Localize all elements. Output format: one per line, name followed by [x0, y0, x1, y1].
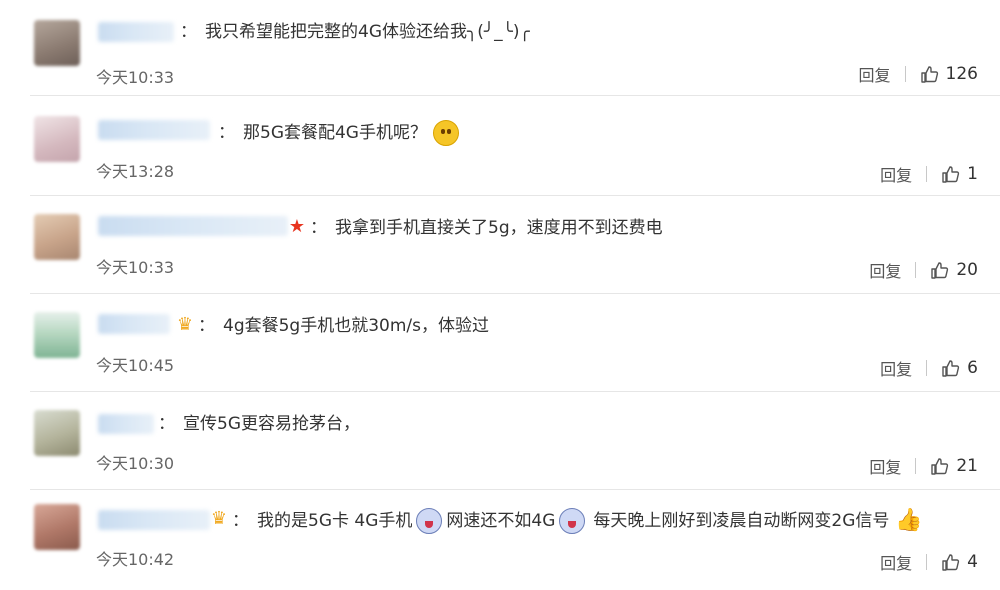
shocked-emoji-icon: [559, 508, 586, 534]
like-count: 6: [967, 358, 978, 378]
comment-item: ： 我只希望能把完整的4G体验还给我╮(╯_╰)╭ 今天10:33 回复 126: [0, 0, 1000, 96]
reply-button[interactable]: 回复: [880, 550, 912, 574]
divider: [915, 458, 917, 474]
comment-text-line: ： 那5G套餐配4G手机呢？: [218, 120, 461, 146]
avatar[interactable]: [34, 214, 80, 260]
crown-badge-icon: ♛: [210, 508, 228, 529]
like-button[interactable]: 1: [941, 164, 978, 184]
like-button[interactable]: 126: [920, 64, 978, 84]
comment-item: ： 宣传5G更容易抢茅台， 今天10:30 回复 21: [0, 394, 1000, 490]
comment-item: ： 那5G套餐配4G手机呢？ 今天13:28 回复 1: [0, 100, 1000, 196]
comment-actions: 回复 21: [869, 454, 978, 478]
comment-time: 今天10:33: [96, 258, 175, 277]
comment-actions: 回复 20: [869, 258, 978, 282]
username-blurred[interactable]: [98, 120, 210, 140]
username-blurred[interactable]: [98, 414, 154, 434]
reply-button[interactable]: 回复: [880, 356, 912, 380]
thumbs-up-icon: [942, 360, 960, 377]
colon: ：: [198, 316, 215, 336]
divider: [926, 166, 928, 182]
comment-time: 今天13:28: [96, 162, 175, 181]
comment-text: 4g套餐5g手机也就30m/s，体验过: [223, 316, 489, 336]
username-blurred[interactable]: [98, 314, 170, 334]
like-count: 126: [945, 64, 978, 84]
comment-text: 我只希望能把完整的4G体验还给我╮(╯_╰)╭: [205, 22, 530, 42]
row-divider: [30, 95, 1000, 96]
like-count: 21: [956, 456, 978, 476]
comment-actions: 回复 1: [880, 162, 978, 186]
thumbs-up-icon: [942, 554, 960, 571]
thumbs-up-emoji-icon: 👍: [895, 508, 923, 533]
thumbs-up-icon: [931, 262, 949, 279]
comment-text-line: ： 4g套餐5g手机也就30m/s，体验过: [198, 314, 489, 338]
comment-item: ♛ ： 4g套餐5g手机也就30m/s，体验过 今天10:45 回复 6: [0, 296, 1000, 392]
thumbs-up-icon: [920, 66, 938, 83]
comment-item: ★ ： 我拿到手机直接关了5g，速度用不到还费电 今天10:33 回复 20: [0, 198, 1000, 294]
username-blurred[interactable]: [98, 510, 210, 530]
comment-actions: 回复 6: [880, 356, 978, 380]
comment-text: 宣传5G更容易抢茅台，: [183, 414, 360, 434]
avatar[interactable]: [34, 20, 80, 66]
comment-text-line: ： 我拿到手机直接关了5g，速度用不到还费电: [310, 216, 663, 240]
divider: [926, 554, 928, 570]
avatar[interactable]: [34, 504, 80, 550]
comment-time: 今天10:45: [96, 356, 175, 375]
reply-button[interactable]: 回复: [880, 162, 912, 186]
like-button[interactable]: 6: [941, 358, 978, 378]
comment-actions: 回复 126: [859, 62, 978, 86]
comment-text-line: ： 我的是5G卡 4G手机 网速还不如4G 每天晚上刚好到凌晨自动断网变2G信号…: [232, 508, 923, 534]
colon: ：: [232, 511, 249, 531]
reply-button[interactable]: 回复: [869, 258, 901, 282]
avatar[interactable]: [34, 410, 80, 456]
star-badge-icon: ★: [288, 216, 306, 237]
colon: ：: [158, 414, 175, 434]
divider: [915, 262, 917, 278]
username-blurred[interactable]: [98, 22, 174, 42]
comment-time: 今天10:42: [96, 550, 175, 569]
colon: ：: [180, 22, 197, 42]
comment-time: 今天10:30: [96, 454, 175, 473]
row-divider: [30, 391, 1000, 392]
shocked-emoji-icon: [416, 508, 443, 534]
crown-badge-icon: ♛: [176, 314, 194, 335]
comment-actions: 回复 4: [880, 550, 978, 574]
like-button[interactable]: 20: [930, 260, 978, 280]
like-button[interactable]: 4: [941, 552, 978, 572]
row-divider: [30, 293, 1000, 294]
smile-emoji-icon: [432, 120, 459, 146]
comment-time: 今天10:33: [96, 68, 175, 87]
comment-list: ： 我只希望能把完整的4G体验还给我╮(╯_╰)╭ 今天10:33 回复 126…: [0, 0, 1000, 590]
colon: ：: [218, 123, 235, 143]
comment-text-line: ： 我只希望能把完整的4G体验还给我╮(╯_╰)╭: [180, 20, 530, 44]
avatar[interactable]: [34, 312, 80, 358]
row-divider: [30, 195, 1000, 196]
comment-item: ♛ ： 我的是5G卡 4G手机 网速还不如4G 每天晚上刚好到凌晨自动断网变2G…: [0, 490, 1000, 590]
like-button[interactable]: 21: [930, 456, 978, 476]
comment-text-line: ： 宣传5G更容易抢茅台，: [158, 412, 360, 436]
like-count: 1: [967, 164, 978, 184]
like-count: 20: [956, 260, 978, 280]
avatar[interactable]: [34, 116, 80, 162]
comment-text-part: 我的是5G卡 4G手机: [257, 511, 413, 531]
comment-text: 那5G套餐配4G手机呢？: [243, 123, 427, 143]
username-blurred[interactable]: [98, 216, 288, 236]
thumbs-up-icon: [942, 166, 960, 183]
colon: ：: [310, 218, 327, 238]
reply-button[interactable]: 回复: [869, 454, 901, 478]
divider: [904, 66, 906, 82]
comment-text: 我拿到手机直接关了5g，速度用不到还费电: [335, 218, 663, 238]
like-count: 4: [967, 552, 978, 572]
divider: [926, 360, 928, 376]
comment-text-part: 网速还不如4G: [446, 511, 556, 531]
reply-button[interactable]: 回复: [859, 62, 891, 86]
thumbs-up-icon: [931, 458, 949, 475]
comment-text-part: 每天晚上刚好到凌晨自动断网变2G信号: [593, 511, 890, 531]
